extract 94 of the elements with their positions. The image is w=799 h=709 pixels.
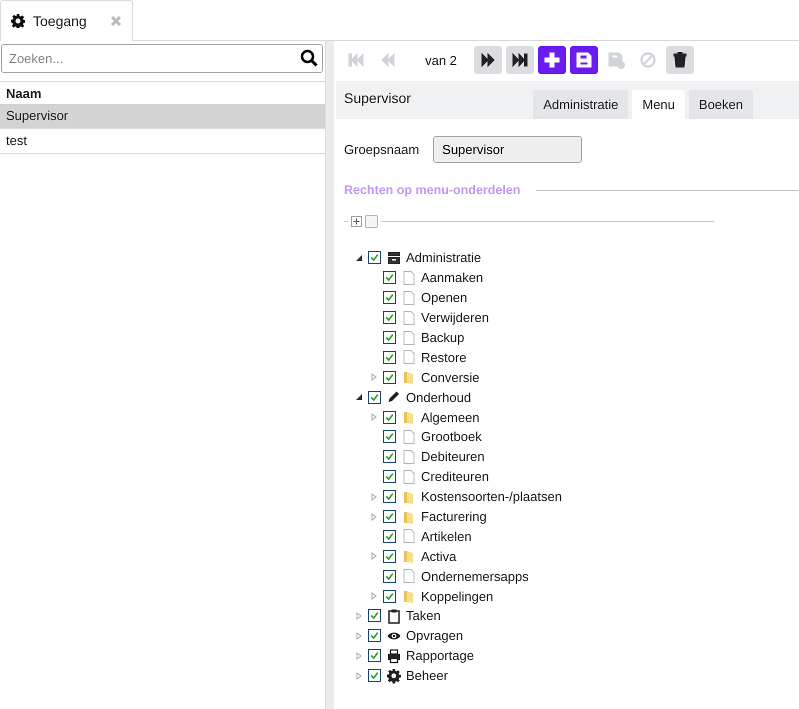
printer-icon [387, 648, 401, 664]
next-button[interactable] [474, 46, 502, 74]
next-icon [479, 51, 497, 69]
add-button[interactable] [538, 46, 566, 74]
record-title: Supervisor [344, 90, 411, 106]
checkbox[interactable] [383, 510, 396, 524]
list-row[interactable]: test [0, 129, 325, 154]
window-tab[interactable]: Toegang [0, 0, 133, 41]
checkbox[interactable] [383, 450, 396, 464]
delete-button[interactable] [666, 46, 694, 74]
file-icon [402, 528, 416, 544]
tree-item[interactable]: Koppelingen [421, 588, 494, 604]
gear-icon [387, 668, 401, 684]
tree-item[interactable]: Rapportage [406, 648, 474, 664]
tree-item[interactable]: Algemeen [421, 410, 480, 425]
tree-item[interactable]: Backup [421, 330, 464, 345]
file-icon [402, 349, 416, 366]
gear-icon [11, 14, 25, 28]
tree-item[interactable]: Verwijderen [421, 310, 489, 326]
group-name-field[interactable]: Supervisor [433, 136, 582, 163]
folder-icon [402, 369, 416, 386]
checkbox[interactable] [383, 271, 396, 284]
checkbox[interactable] [383, 331, 396, 344]
checkbox[interactable] [383, 370, 396, 384]
checkbox[interactable] [383, 410, 396, 424]
collapse-arrow-icon[interactable] [355, 393, 363, 402]
folder-icon [402, 548, 416, 564]
checkbox[interactable] [368, 390, 381, 404]
collapse-arrow-icon[interactable] [355, 254, 363, 262]
checkbox[interactable] [383, 530, 396, 543]
tree-item[interactable]: Ondernemersapps [421, 568, 529, 584]
save-button[interactable] [570, 46, 598, 74]
last-icon [511, 51, 529, 69]
tree-item[interactable]: Beheer [406, 668, 448, 684]
checkbox[interactable] [368, 649, 381, 662]
section-title: Rechten op menu-onderdelen [344, 183, 520, 197]
file-icon [402, 468, 416, 485]
checkbox[interactable] [368, 669, 381, 682]
tree-item[interactable]: Activa [421, 548, 456, 564]
last-button[interactable] [506, 46, 534, 74]
file-icon [402, 568, 416, 584]
field-label: Groepsnaam [344, 142, 420, 157]
checkbox[interactable] [383, 490, 396, 504]
checkbox[interactable] [383, 291, 396, 304]
search-icon[interactable] [300, 49, 318, 67]
first-icon [347, 51, 365, 69]
tree-item[interactable]: Openen [421, 290, 468, 306]
checkbox[interactable] [368, 629, 381, 642]
folder-icon [402, 588, 416, 604]
checkbox[interactable] [383, 590, 396, 603]
file-icon [402, 290, 416, 306]
checkbox[interactable] [383, 550, 396, 563]
page-count: van 2 [424, 52, 458, 68]
folder-icon [402, 409, 416, 426]
tree-item[interactable]: Crediteuren [421, 469, 489, 484]
checkbox[interactable] [383, 430, 396, 444]
file-icon [402, 330, 416, 346]
tree-item[interactable]: Facturering [421, 509, 487, 524]
checkbox[interactable] [383, 470, 396, 484]
save-icon [575, 51, 593, 69]
archive-icon [387, 250, 401, 266]
tree-item[interactable]: Onderhoud [406, 390, 472, 405]
file-icon [402, 310, 416, 326]
tab[interactable]: Administratie [533, 90, 628, 119]
tree-item[interactable]: Debiteuren [421, 449, 485, 464]
tree-item[interactable]: Administratie [406, 250, 482, 266]
expand-all-icon[interactable] [351, 216, 362, 227]
file-icon [402, 270, 416, 286]
tree-item[interactable]: Aanmaken [421, 270, 484, 286]
tree-item[interactable]: Kostensoorten-/plaatsen [421, 489, 562, 504]
clipboard-icon [387, 608, 401, 624]
previous-icon [379, 51, 397, 69]
file-icon [402, 448, 416, 465]
checkbox[interactable] [383, 350, 396, 364]
plus-icon [543, 51, 561, 69]
tree-item[interactable]: Conversie [421, 370, 480, 385]
tab[interactable]: Menu [632, 90, 685, 119]
tree-item[interactable]: Restore [421, 350, 467, 365]
list-row[interactable]: Supervisor [0, 104, 325, 129]
tree-item[interactable]: Taken [406, 608, 441, 624]
tree-item[interactable]: Opvragen [406, 628, 464, 644]
checkbox[interactable] [383, 570, 396, 583]
select-all-checkbox[interactable] [365, 215, 378, 228]
trash-icon [671, 51, 689, 69]
tree-item[interactable]: Artikelen [421, 528, 472, 544]
cancel-icon [639, 51, 657, 69]
save-as-icon [607, 51, 625, 69]
file-icon [402, 428, 416, 445]
tree-item[interactable]: Grootboek [421, 429, 482, 444]
checkbox[interactable] [383, 311, 396, 324]
checkbox[interactable] [368, 609, 381, 622]
tab[interactable]: Boeken [688, 90, 753, 119]
checkbox[interactable] [368, 251, 381, 264]
search-field[interactable]: Zoeken... [1, 44, 323, 73]
